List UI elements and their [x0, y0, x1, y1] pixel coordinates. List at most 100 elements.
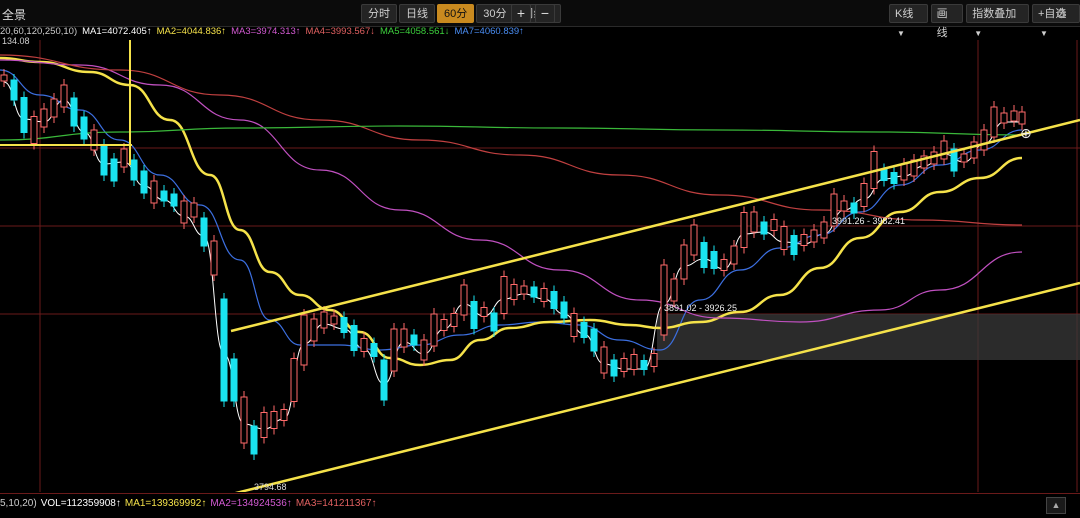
candle-down	[380, 359, 388, 401]
ma7-value: MA7=4060.839↑	[454, 26, 524, 37]
candle-up	[330, 315, 338, 325]
low-price-label: 3794.68	[254, 482, 287, 492]
candle-down	[700, 242, 708, 268]
candle-up	[660, 264, 668, 336]
moving-average-lines	[0, 54, 1023, 430]
candle-up	[970, 141, 978, 159]
candle-up	[60, 84, 68, 108]
candle-down	[640, 360, 648, 370]
candle-down	[790, 235, 798, 255]
vol-ma2: MA2=134924536↑	[210, 498, 292, 509]
candle-up	[680, 244, 688, 280]
candle-up	[50, 98, 58, 118]
candle-up	[310, 318, 318, 342]
candle-down	[490, 312, 498, 332]
candle-up	[360, 338, 368, 352]
candle-down	[590, 328, 598, 352]
index-overlay-dropdown[interactable]: 指数叠加▼	[966, 4, 1029, 38]
candle-up	[860, 183, 868, 207]
candle-down	[880, 169, 888, 181]
ma1-value: MA1=4072.405↑	[82, 26, 152, 37]
volume-expand-button[interactable]: ▲	[1046, 497, 1066, 514]
candle-up	[650, 353, 658, 367]
ma2-value: MA2=4044.836↑	[156, 26, 227, 37]
period-60min-button[interactable]: 60分	[437, 4, 475, 23]
candle-up	[290, 358, 298, 402]
candle-up	[430, 313, 438, 347]
candle-down	[250, 425, 258, 455]
candlestick-chart[interactable]: 3794.68 3891.02 - 3926.25 3991.26 - 3982…	[0, 40, 1080, 492]
candle-up	[800, 234, 808, 246]
candle-up	[670, 278, 678, 302]
chevron-down-icon: ▼	[897, 29, 905, 38]
candle-down	[200, 217, 208, 247]
candle-up	[390, 328, 398, 372]
top-toolbar: 全景 分时 日线 60分 30分 周线▼ + − K线▼ 画线 指数叠加▼ +自…	[0, 0, 1080, 39]
crosshair-cursor-icon: ⊕	[1020, 125, 1032, 141]
candle-up	[190, 202, 198, 218]
draw-line-button[interactable]: 画线	[930, 4, 964, 39]
range-label-2: 3991.26 - 3982.41	[832, 216, 905, 226]
period-intraday-button[interactable]: 分时	[361, 4, 397, 23]
candle-up	[400, 328, 408, 348]
candle-down	[760, 221, 768, 235]
vol-ma3: MA3=141211367↑	[295, 498, 377, 509]
zoom-in-button[interactable]: +	[511, 4, 531, 23]
ma5-value: MA5=4058.561↓	[380, 26, 450, 37]
candle-up	[900, 163, 908, 181]
candle-down	[850, 202, 858, 214]
candle-up	[740, 212, 748, 248]
ma7-line	[0, 69, 1023, 351]
candle-up	[1018, 111, 1026, 125]
trend-lines	[0, 118, 1080, 492]
candle-up	[730, 245, 738, 265]
candle-up	[480, 307, 488, 317]
candle-up	[540, 288, 548, 302]
vol-value: VOL=112359908↑	[40, 498, 121, 509]
ma-legend: 20,60,120,250,10) MA1=4072.405↑ MA2=4044.8…	[0, 26, 529, 39]
candle-up	[180, 200, 188, 224]
candle-up	[300, 314, 308, 366]
candle-up	[510, 284, 518, 300]
candle-down	[160, 190, 168, 202]
vol-ma1: MA1=139369992↑	[124, 498, 207, 509]
candle-up	[770, 219, 778, 231]
candle-down	[470, 301, 478, 329]
candle-down	[100, 144, 108, 176]
candle-down	[530, 286, 538, 298]
candle-up	[210, 240, 218, 276]
candle-up	[120, 148, 128, 168]
ma3-value: MA3=3974.313↑	[231, 26, 301, 37]
kline-type-dropdown[interactable]: K线▼	[889, 4, 928, 38]
consolidation-zone	[657, 314, 1080, 360]
candle-down	[130, 159, 138, 181]
candle-down	[140, 170, 148, 194]
candle-up	[280, 409, 288, 421]
candle-down	[220, 298, 228, 402]
candle-down	[170, 193, 178, 207]
chart-grid	[0, 40, 1080, 492]
candle-up	[30, 116, 38, 144]
candle-up	[150, 180, 158, 204]
candle-up	[960, 153, 968, 163]
candle-up	[450, 313, 458, 327]
candle-up	[600, 346, 608, 374]
candle-up	[570, 313, 578, 337]
candle-up	[1010, 110, 1018, 122]
candle-up	[750, 211, 758, 233]
candle-up	[630, 354, 638, 370]
candle-down	[610, 359, 618, 377]
candle-up	[520, 285, 528, 295]
period-daily-button[interactable]: 日线	[399, 4, 435, 23]
candle-up	[90, 129, 98, 151]
gear-icon[interactable]: ⚙	[1052, 4, 1071, 23]
candle-up	[0, 74, 8, 82]
ma5-line	[0, 125, 1023, 141]
candle-down	[580, 322, 588, 338]
vol-params: 5,10,20)	[0, 498, 37, 509]
period-30min-button[interactable]: 30分	[476, 4, 514, 23]
zoom-out-button[interactable]: −	[535, 4, 555, 23]
candle-down	[340, 317, 348, 333]
candle-down	[20, 97, 28, 133]
candle-up	[320, 311, 328, 329]
